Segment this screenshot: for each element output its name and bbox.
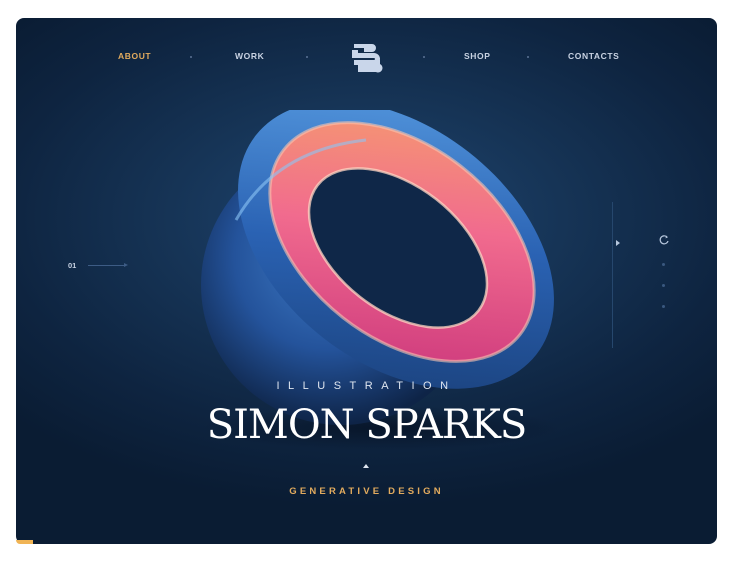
- nav-contacts[interactable]: CONTACTS: [568, 51, 619, 61]
- caret-up-icon[interactable]: [363, 464, 369, 468]
- refresh-icon[interactable]: [658, 234, 670, 246]
- slide-progress-line: [88, 265, 126, 266]
- nav-separator: [306, 56, 308, 58]
- vertical-divider: [612, 202, 613, 348]
- nav-about[interactable]: ABOUT: [118, 51, 151, 61]
- slide-index: 01: [68, 261, 77, 270]
- corner-accent: [16, 540, 33, 544]
- hero-title: SIMON SPARKS: [206, 402, 528, 448]
- arrow-right-icon[interactable]: [124, 263, 128, 267]
- pagination-dot[interactable]: [662, 263, 665, 266]
- pagination-dot[interactable]: [662, 305, 665, 308]
- play-icon[interactable]: [616, 240, 620, 246]
- nav-separator: [423, 56, 425, 58]
- hero-card: ABOUT WORK SHOP CONTACTS 01 ILLUSTRATION…: [16, 18, 717, 544]
- nav-separator: [190, 56, 192, 58]
- hero-eyebrow: ILLUSTRATION: [276, 380, 457, 392]
- pagination-dot[interactable]: [662, 284, 665, 287]
- ss-monogram-logo[interactable]: [346, 38, 386, 78]
- nav-separator: [527, 56, 529, 58]
- nav-shop[interactable]: SHOP: [464, 51, 491, 61]
- hero-subtitle: GENERATIVE DESIGN: [289, 486, 444, 497]
- nav-work[interactable]: WORK: [235, 51, 264, 61]
